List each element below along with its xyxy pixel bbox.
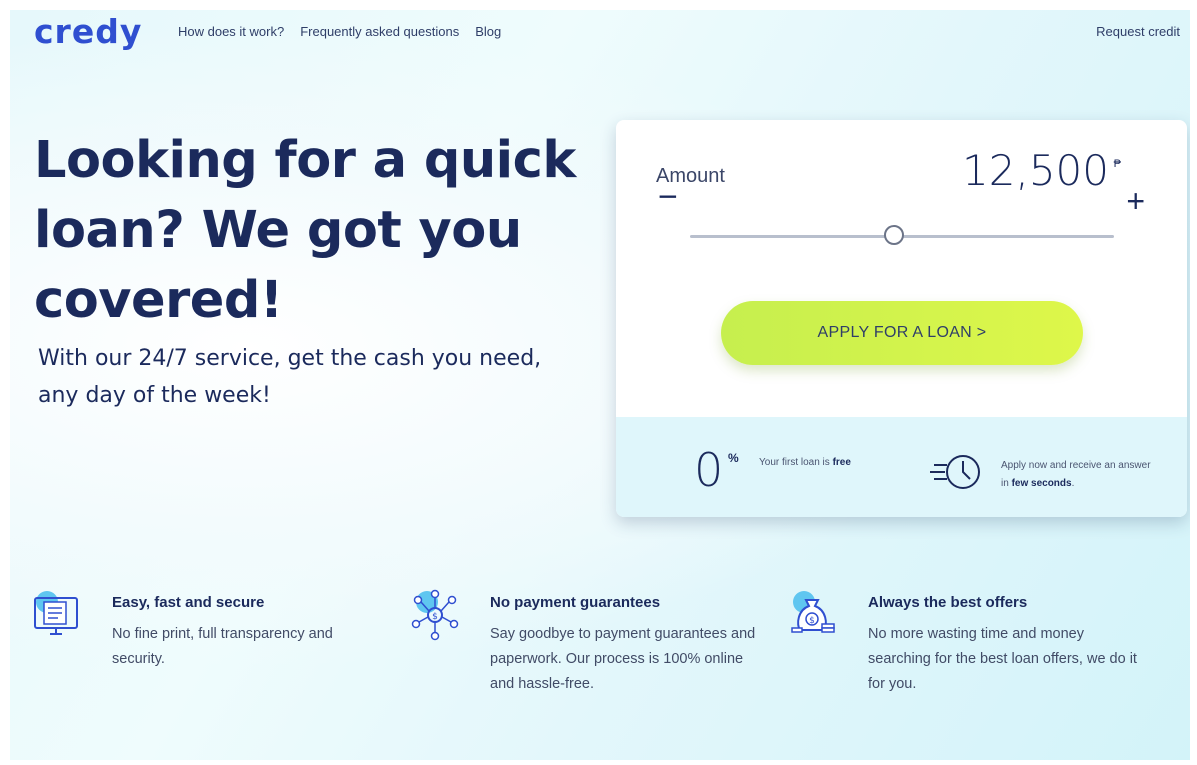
amount-slider-track[interactable]	[690, 225, 1114, 245]
loan-calculator-card: Amount 12,500 ₱ − + APPLY FOR A LOAN > 0…	[616, 120, 1187, 517]
credy-logo[interactable]: credy	[34, 12, 142, 51]
request-credit-link[interactable]: Request credit	[1096, 24, 1180, 39]
feature-description: No more wasting time and money searching…	[868, 626, 1137, 692]
nav-blog[interactable]: Blog	[475, 24, 501, 39]
hero-title: Looking for a quick loan? We got you cov…	[34, 131, 576, 330]
fast-clock-icon	[930, 455, 980, 489]
feature-title: Always the best offers	[868, 594, 1028, 611]
svg-text:$: $	[809, 616, 815, 626]
nav-faq[interactable]: Frequently asked questions	[300, 24, 459, 39]
increase-amount-button[interactable]: +	[1126, 185, 1145, 217]
main-nav: How does it work? Frequently asked quest…	[178, 24, 501, 39]
feature-title: Easy, fast and secure	[112, 594, 265, 611]
answer-speed-note: Apply now and receive an answer in few s…	[1001, 460, 1151, 489]
interest-rate-value: 0	[694, 443, 724, 497]
feature-title: No payment guarantees	[490, 594, 661, 611]
svg-text:$: $	[432, 612, 438, 622]
monitor-document-icon	[34, 591, 78, 635]
network-dollar-icon: $	[411, 589, 459, 641]
landing-page: credy How does it work? Frequently asked…	[10, 10, 1190, 760]
currency-symbol: ₱	[1113, 158, 1121, 170]
feature-description: Say goodbye to payment guarantees and pa…	[490, 626, 756, 692]
nav-how-it-works[interactable]: How does it work?	[178, 24, 284, 39]
hero-subtitle: With our 24/7 service, get the cash you …	[38, 346, 542, 408]
amount-slider-handle[interactable]	[883, 225, 904, 245]
interest-rate-unit: %	[728, 451, 739, 465]
calculator-footer: 0 % Your first loan is free Apply now an…	[616, 417, 1187, 517]
money-bag-icon: $	[791, 591, 835, 633]
decrease-amount-button[interactable]: −	[658, 180, 678, 214]
first-loan-note: Your first loan is free	[759, 457, 851, 468]
apply-for-loan-button[interactable]: APPLY FOR A LOAN >	[721, 301, 1083, 365]
amount-value: 12,500	[962, 146, 1109, 195]
feature-description: No fine print, full transparency and sec…	[112, 626, 333, 667]
